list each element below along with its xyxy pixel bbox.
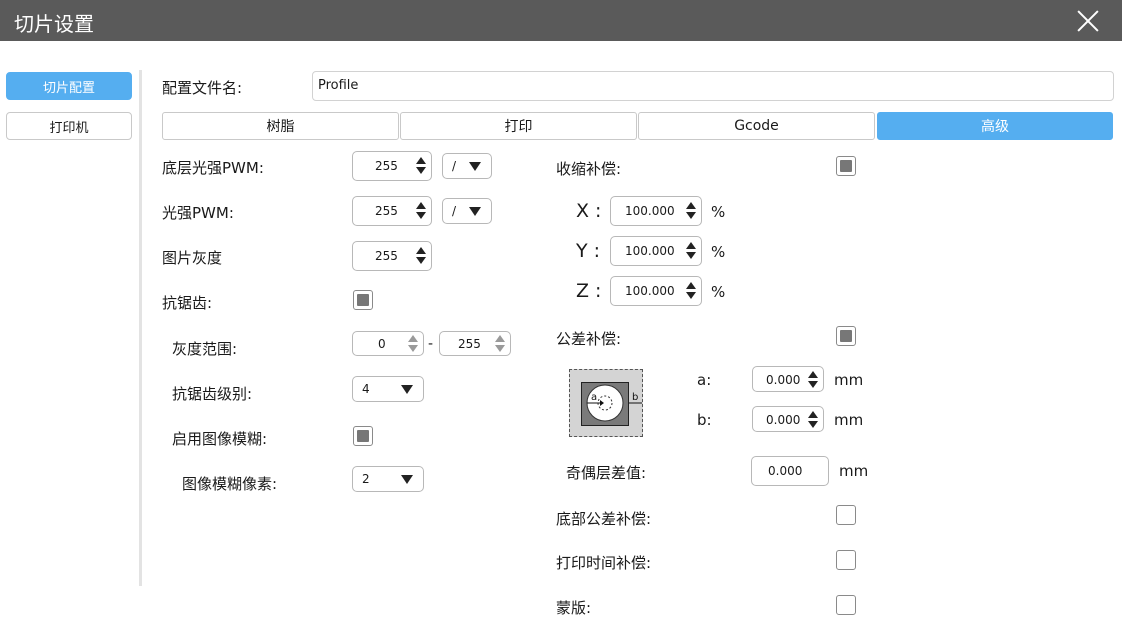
spin-arrows-icon[interactable] bbox=[685, 202, 697, 220]
window-title: 切片设置 bbox=[14, 12, 94, 36]
gray-range-min-value: 0 bbox=[378, 337, 386, 351]
y-axis-label: Y : bbox=[576, 240, 601, 262]
tolerance-diagram-svg: a b bbox=[586, 384, 642, 422]
gray-range-label: 灰度范围: bbox=[172, 340, 238, 358]
spin-arrows-icon[interactable] bbox=[685, 282, 697, 300]
z-scale-value: 100.000 bbox=[625, 284, 675, 298]
bottom-tolerance-label: 底部公差补偿: bbox=[556, 510, 652, 528]
bottom-pwm-unit-dropdown[interactable]: / bbox=[442, 153, 492, 179]
a-label: a: bbox=[697, 371, 712, 389]
tab-gcode[interactable]: Gcode bbox=[638, 112, 875, 140]
gray-range-separator: - bbox=[428, 336, 434, 352]
blur-pixel-dropdown[interactable]: 2 bbox=[352, 466, 424, 492]
b-label: b: bbox=[697, 411, 712, 429]
y-scale-value: 100.000 bbox=[625, 244, 675, 258]
print-time-comp-label: 打印时间补偿: bbox=[556, 554, 652, 572]
chevron-down-icon bbox=[401, 475, 413, 484]
x-axis-label: X : bbox=[576, 200, 602, 222]
sidebar-divider bbox=[139, 70, 142, 586]
chevron-down-icon bbox=[469, 162, 481, 171]
blur-pixel-value: 2 bbox=[362, 472, 370, 486]
b-value: 0.000 bbox=[766, 413, 801, 427]
image-blur-checkbox[interactable] bbox=[353, 426, 373, 446]
tab-print[interactable]: 打印 bbox=[400, 112, 637, 140]
spin-arrows-icon[interactable] bbox=[415, 247, 427, 265]
antialias-label: 抗锯齿: bbox=[162, 294, 213, 312]
aa-level-label: 抗锯齿级别: bbox=[172, 385, 253, 403]
image-gray-label: 图片灰度 bbox=[162, 249, 223, 267]
x-scale-value: 100.000 bbox=[625, 204, 675, 218]
bottom-pwm-label: 底层光强PWM: bbox=[162, 159, 264, 177]
sidebar-item-slice-config[interactable]: 切片配置 bbox=[6, 72, 132, 100]
odd-even-value: 0.000 bbox=[768, 464, 803, 478]
y-scale-spinbox[interactable]: 100.000 bbox=[610, 236, 702, 266]
pwm-unit-dropdown[interactable]: / bbox=[442, 198, 492, 224]
a-value: 0.000 bbox=[766, 373, 801, 387]
b-unit: mm bbox=[834, 411, 864, 429]
z-unit: % bbox=[711, 283, 726, 301]
mask-label: 蒙版: bbox=[556, 599, 592, 617]
odd-even-unit: mm bbox=[839, 462, 869, 480]
chevron-down-icon bbox=[401, 385, 413, 394]
y-unit: % bbox=[711, 243, 726, 261]
profile-label: 配置文件名: bbox=[162, 79, 243, 97]
gray-range-min-spinbox[interactable]: 0 bbox=[352, 331, 424, 356]
blur-pixel-label: 图像模糊像素: bbox=[182, 475, 278, 493]
bottom-pwm-spinbox[interactable]: 255 bbox=[352, 151, 432, 181]
z-axis-label: Z : bbox=[576, 280, 602, 302]
diagram-b-label: b bbox=[632, 392, 638, 403]
image-blur-label: 启用图像模糊: bbox=[172, 430, 268, 448]
tolerance-comp-checkbox[interactable] bbox=[836, 326, 856, 346]
aa-level-value: 4 bbox=[362, 382, 370, 396]
bottom-pwm-unit: / bbox=[452, 159, 457, 173]
sidebar-item-printer[interactable]: 打印机 bbox=[6, 112, 132, 140]
spin-arrows-icon[interactable] bbox=[415, 157, 427, 175]
tolerance-comp-label: 公差补偿: bbox=[556, 330, 622, 348]
pwm-label: 光强PWM: bbox=[162, 204, 234, 222]
pwm-unit: / bbox=[452, 204, 457, 218]
z-scale-spinbox[interactable]: 100.000 bbox=[610, 276, 702, 306]
odd-even-label: 奇偶层差值: bbox=[566, 464, 647, 482]
x-scale-spinbox[interactable]: 100.000 bbox=[610, 196, 702, 226]
antialias-checkbox[interactable] bbox=[353, 290, 373, 310]
profile-name-input[interactable]: Profile bbox=[312, 71, 1114, 101]
diagram-a-label: a bbox=[591, 392, 597, 403]
chevron-down-icon bbox=[469, 207, 481, 216]
close-icon[interactable] bbox=[1076, 9, 1100, 33]
a-spinbox[interactable]: 0.000 bbox=[752, 366, 824, 392]
title-bar: 切片设置 bbox=[0, 0, 1122, 41]
spin-arrows-icon[interactable] bbox=[807, 371, 819, 389]
spin-arrows-icon[interactable] bbox=[407, 335, 419, 353]
spin-arrows-icon[interactable] bbox=[807, 411, 819, 429]
image-gray-spinbox[interactable]: 255 bbox=[352, 241, 432, 271]
spin-arrows-icon[interactable] bbox=[685, 242, 697, 260]
spin-arrows-icon[interactable] bbox=[494, 335, 506, 353]
b-spinbox[interactable]: 0.000 bbox=[752, 406, 824, 432]
a-unit: mm bbox=[834, 371, 864, 389]
tab-resin[interactable]: 树脂 bbox=[162, 112, 399, 140]
image-gray-value: 255 bbox=[375, 249, 398, 263]
bottom-tolerance-checkbox[interactable] bbox=[836, 505, 856, 525]
pwm-spinbox[interactable]: 255 bbox=[352, 196, 432, 226]
odd-even-input[interactable]: 0.000 bbox=[751, 456, 829, 486]
gray-range-max-spinbox[interactable]: 255 bbox=[439, 331, 511, 356]
pwm-value: 255 bbox=[375, 204, 398, 218]
gray-range-max-value: 255 bbox=[458, 337, 481, 351]
tolerance-diagram: a b bbox=[569, 369, 643, 437]
tab-advanced[interactable]: 高级 bbox=[877, 112, 1113, 140]
mask-checkbox[interactable] bbox=[836, 595, 856, 615]
bottom-pwm-value: 255 bbox=[375, 159, 398, 173]
shrink-comp-checkbox[interactable] bbox=[836, 156, 856, 176]
x-unit: % bbox=[711, 203, 726, 221]
shrink-comp-label: 收缩补偿: bbox=[556, 160, 622, 178]
print-time-comp-checkbox[interactable] bbox=[836, 550, 856, 570]
spin-arrows-icon[interactable] bbox=[415, 202, 427, 220]
aa-level-dropdown[interactable]: 4 bbox=[352, 376, 424, 402]
